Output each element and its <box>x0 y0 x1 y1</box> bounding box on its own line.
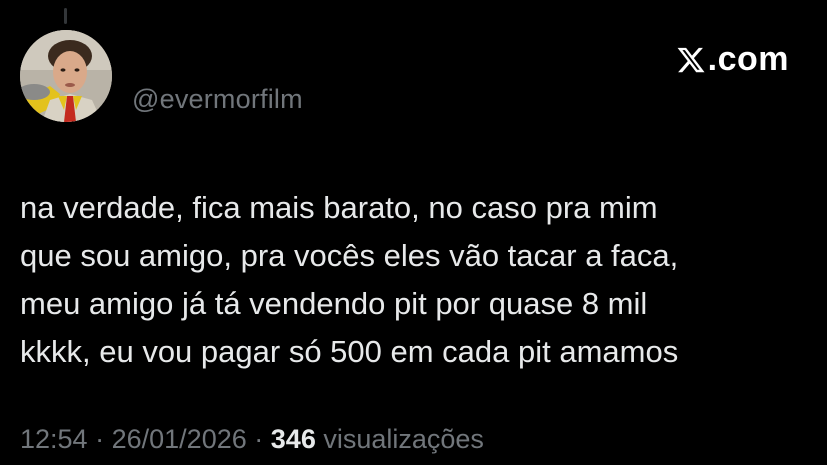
tweet-time[interactable]: 12:54 <box>20 424 88 454</box>
thread-connector-line <box>64 8 67 24</box>
brand-watermark: .com <box>676 40 789 79</box>
views-count: 346 <box>270 424 316 454</box>
avatar-photo <box>20 30 112 122</box>
brand-domain-text: .com <box>707 40 789 78</box>
tweet-body: na verdade, fica mais barato, no caso pr… <box>20 184 810 376</box>
tweet-date[interactable]: 26/01/2026 <box>112 424 247 454</box>
tweet-line: na verdade, fica mais barato, no caso pr… <box>20 190 658 225</box>
tweet-line: meu amigo já tá vendendo pit por quase 8… <box>20 286 648 321</box>
user-handle[interactable]: @evermorfilm <box>132 84 303 115</box>
meta-separator: · <box>254 424 264 454</box>
tweet-line: que sou amigo, pra vocês eles vão tacar … <box>20 238 679 273</box>
tweet-line: kkkk, eu vou pagar só 500 em cada pit am… <box>20 334 679 369</box>
views-label: visualizações <box>323 424 484 454</box>
avatar[interactable] <box>20 30 112 122</box>
tweet-meta: 12:54 · 26/01/2026 · 346 visualizações <box>20 424 484 455</box>
x-logo-icon <box>677 47 705 72</box>
meta-separator: · <box>95 424 105 454</box>
